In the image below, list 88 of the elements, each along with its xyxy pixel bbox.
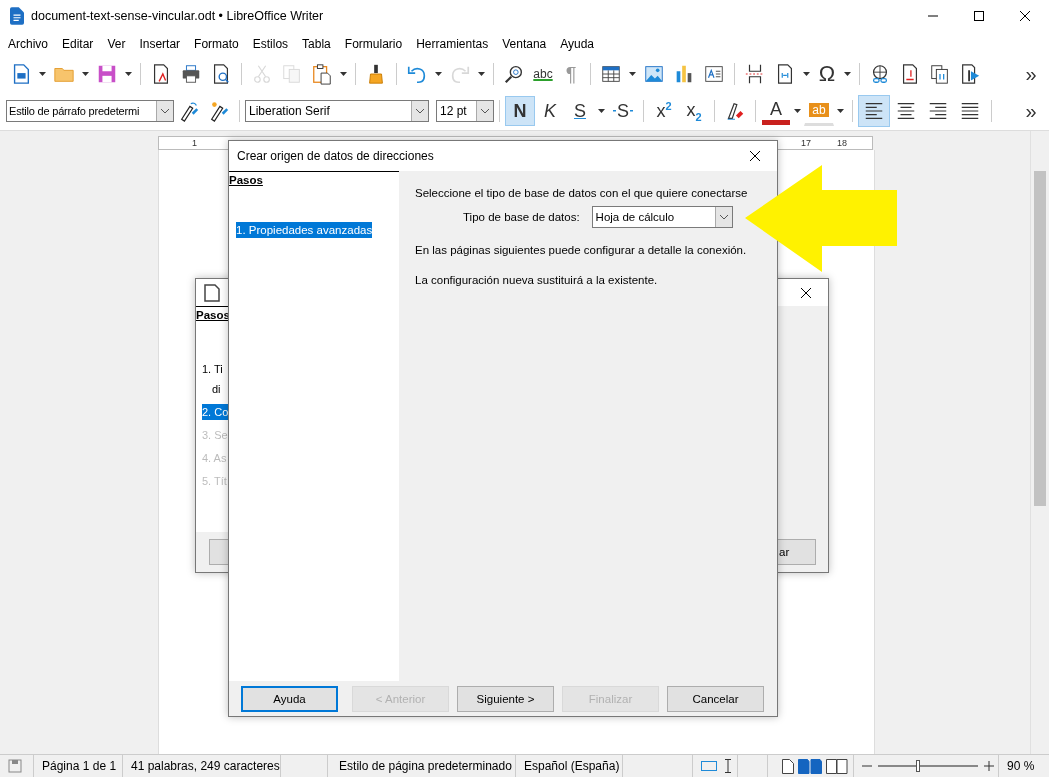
caret-icon[interactable] xyxy=(340,72,347,76)
brush-sparkle-icon[interactable] xyxy=(208,100,230,122)
caret-icon[interactable] xyxy=(714,207,732,227)
step-item[interactable]: 1. Ti xyxy=(202,361,223,377)
document-icon xyxy=(204,283,220,302)
info-text: En las páginas siguientes puede configurar a detalle la conexión. xyxy=(415,244,747,256)
menu-item[interactable]: Tabla xyxy=(295,37,338,51)
steps-heading: Pasos xyxy=(196,309,230,321)
single-page-icon[interactable] xyxy=(781,758,794,774)
menu-item[interactable]: Archivo xyxy=(1,37,55,51)
caret-icon[interactable] xyxy=(629,72,636,76)
more-button[interactable]: » xyxy=(1017,96,1045,126)
info-text: La configuración nueva sustituirá a la existente. xyxy=(415,274,658,286)
close-icon[interactable] xyxy=(800,286,812,299)
instruction-text: Seleccione el tipo de base de datos con el que quiere conectarse xyxy=(415,187,748,199)
caret-icon[interactable] xyxy=(476,101,493,121)
table-icon[interactable] xyxy=(600,63,622,85)
steps-heading: Pasos xyxy=(229,174,263,186)
font-size-combobox[interactable]: 12 pt xyxy=(436,100,494,122)
find-replace-icon[interactable] xyxy=(503,63,525,85)
underline-button[interactable]: S xyxy=(565,96,595,126)
ruler-number: 18 xyxy=(837,137,847,149)
language: Español (España) xyxy=(524,759,620,773)
special-character-button[interactable]: Ω xyxy=(813,59,841,89)
caret-icon[interactable] xyxy=(39,72,46,76)
dialog-button[interactable]: Cancelar xyxy=(667,685,764,712)
image-icon[interactable] xyxy=(643,63,665,85)
more-button[interactable]: » xyxy=(1017,59,1045,89)
word-count: 41 palabras, 249 caracteres xyxy=(131,759,280,773)
menu-item[interactable]: Formato xyxy=(187,37,246,51)
caret-icon[interactable] xyxy=(794,109,801,113)
database-type-dropdown[interactable]: Hoja de cálculo xyxy=(591,206,733,228)
menu-item[interactable]: Ayuda xyxy=(553,37,602,51)
caret-icon[interactable] xyxy=(411,101,428,121)
printer-icon[interactable] xyxy=(180,63,202,85)
clipboard-icon[interactable] xyxy=(311,63,333,85)
book-view-icon[interactable] xyxy=(825,758,848,774)
zoom-percentage: 90 % xyxy=(1007,759,1035,773)
caret-icon[interactable] xyxy=(598,109,605,113)
index-icon[interactable] xyxy=(929,63,951,85)
caret-icon[interactable] xyxy=(82,72,89,76)
menu-item[interactable]: Editar xyxy=(55,37,101,51)
bold-button[interactable]: N xyxy=(505,96,535,126)
menu-item[interactable]: Estilos xyxy=(245,37,296,51)
subscript-button[interactable]: x$_{2}$ xyxy=(679,96,709,126)
menu-item[interactable]: Ver xyxy=(100,37,133,51)
zoom-in-icon[interactable] xyxy=(984,761,994,771)
text-cursor-icon[interactable] xyxy=(725,759,731,773)
step-item[interactable]: 1. Propiedades avanzadas xyxy=(236,222,373,238)
page-break-icon[interactable] xyxy=(744,63,766,85)
ruler-number: 17 xyxy=(801,137,811,149)
maximize-icon[interactable] xyxy=(973,10,985,22)
dialog-button[interactable]: Siguiente > xyxy=(457,685,554,712)
menu-item[interactable]: Insertar xyxy=(132,37,188,51)
menu-item[interactable]: Herramientas xyxy=(409,37,496,51)
dialog-title: Crear origen de datos de direcciones xyxy=(237,149,434,163)
close-icon[interactable] xyxy=(1019,10,1031,22)
caret-icon[interactable] xyxy=(803,72,810,76)
menu-item[interactable]: Ventana xyxy=(495,37,554,51)
italic-button[interactable]: K xyxy=(535,96,565,126)
font-name-combobox[interactable]: Liberation Serif xyxy=(245,100,429,122)
vertical-scrollbar[interactable] xyxy=(1030,131,1049,754)
caret-icon[interactable] xyxy=(844,72,851,76)
document-icon xyxy=(10,7,24,25)
close-icon[interactable] xyxy=(749,150,761,162)
document-arrow-icon[interactable] xyxy=(959,63,981,85)
window-title: document-text-sense-vincular.odt • LibreOffice Writer xyxy=(31,9,324,23)
caret-icon[interactable] xyxy=(125,72,132,76)
multi-page-icon[interactable] xyxy=(797,758,822,774)
font-color-button[interactable]: A xyxy=(761,96,791,126)
paragraph-style-combobox[interactable]: Estilo de párrafo predetermi xyxy=(6,100,174,122)
caret-icon[interactable] xyxy=(435,72,442,76)
caret-icon[interactable] xyxy=(156,101,173,121)
step-item[interactable]: di xyxy=(202,381,221,397)
menu-item[interactable]: Formulario xyxy=(337,37,410,51)
text-box-icon[interactable] xyxy=(703,63,725,85)
field-label: Tipo de base de datos: xyxy=(463,211,580,223)
spelling-button[interactable]: abc xyxy=(529,59,557,89)
caret-icon[interactable] xyxy=(837,109,844,113)
page-count: Página 1 de 1 xyxy=(42,759,117,773)
caret-icon[interactable] xyxy=(478,72,485,76)
step-item[interactable]: 2. Co xyxy=(202,404,229,420)
brush-refresh-icon[interactable] xyxy=(178,100,200,122)
superscript-button[interactable]: x$^{2}$ xyxy=(649,96,679,126)
ruler-number: 1 xyxy=(192,137,197,149)
page-style: Estilo de página predeterminado xyxy=(339,759,512,773)
selection-rectangle-icon[interactable] xyxy=(701,761,717,771)
dialog-button[interactable]: Ayuda xyxy=(241,685,338,712)
